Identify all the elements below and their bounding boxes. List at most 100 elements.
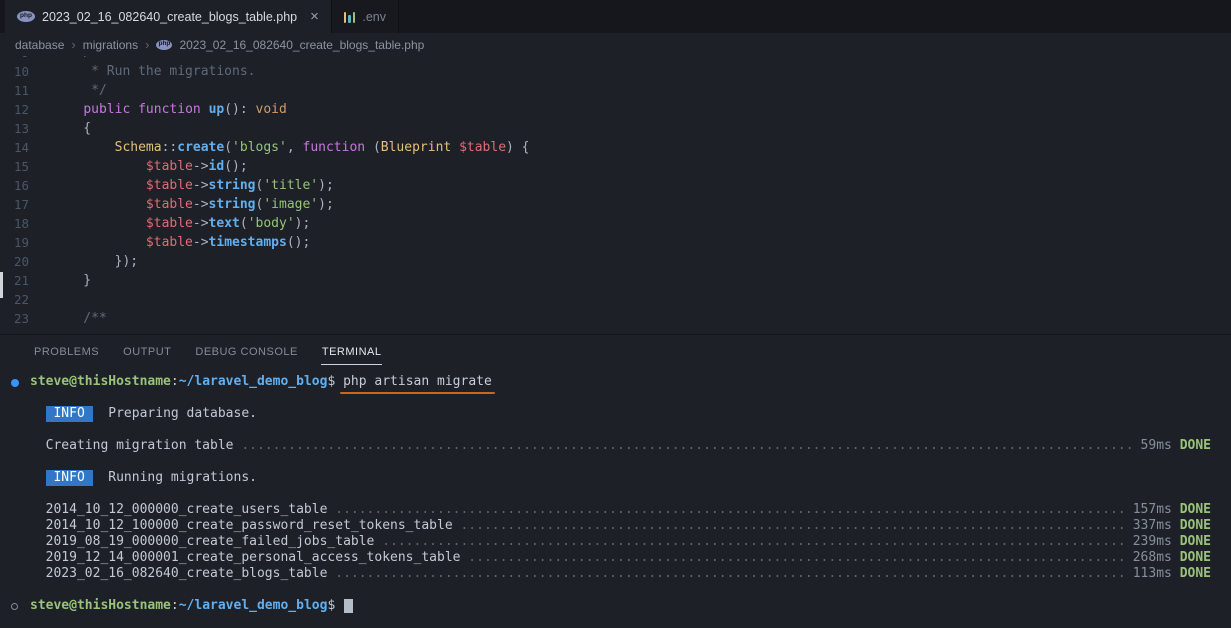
tab-migration-file[interactable]: php 2023_02_16_082640_create_blogs_table…	[5, 0, 332, 33]
terminal-line: Creating migration table ...............…	[30, 438, 1211, 454]
code-lines: 9 /**10 * Run the migrations.11 */12 pub…	[0, 56, 1231, 328]
terminal-text: 268ms	[1125, 550, 1172, 566]
code-line[interactable]: 22	[0, 290, 1231, 309]
terminal-text: ~/laravel_demo_blog	[179, 374, 328, 390]
code-text: $table->string('title');	[52, 176, 334, 195]
leader-dots: ........................................…	[382, 534, 1125, 550]
breadcrumb-item-database[interactable]: database	[15, 38, 64, 52]
code-line[interactable]: 20 });	[0, 252, 1231, 271]
terminal-line: 2023_02_16_082640_create_blogs_table ...…	[30, 566, 1211, 582]
leader-dots: ........................................…	[335, 502, 1125, 518]
line-number[interactable]: 17	[0, 195, 52, 214]
terminal-text: DONE	[1180, 518, 1211, 534]
panel-tabs: PROBLEMS OUTPUT DEBUG CONSOLE TERMINAL	[0, 335, 1231, 367]
code-line[interactable]: 11 */	[0, 81, 1231, 100]
terminal-text: DONE	[1180, 566, 1211, 582]
terminal-text: 337ms	[1125, 518, 1172, 534]
terminal-line	[30, 454, 1211, 470]
line-number[interactable]: 18	[0, 214, 52, 233]
line-number[interactable]: 20	[0, 252, 52, 271]
command-decoration-outline-icon[interactable]	[11, 603, 18, 610]
terminal-text	[1172, 534, 1180, 550]
line-number[interactable]: 10	[0, 62, 52, 81]
code-line[interactable]: 10 * Run the migrations.	[0, 62, 1231, 81]
terminal-line: 2014_10_12_000000_create_users_table ...…	[30, 502, 1211, 518]
terminal-text: 2014_10_12_000000_create_users_table	[30, 502, 335, 518]
command-decoration-filled-icon[interactable]	[11, 379, 19, 387]
terminal-line: steve@thisHostname:~/laravel_demo_blog$ …	[30, 374, 1211, 390]
terminal-line: 2019_12_14_000001_create_personal_access…	[30, 550, 1211, 566]
info-badge: INFO	[46, 406, 93, 422]
env-icon	[344, 11, 356, 23]
terminal-cursor	[344, 599, 353, 613]
terminal-text: Running migrations.	[93, 470, 257, 486]
code-line[interactable]: 18 $table->text('body');	[0, 214, 1231, 233]
panel-tab-debug-console[interactable]: DEBUG CONSOLE	[194, 338, 298, 365]
code-line[interactable]: 12 public function up(): void	[0, 100, 1231, 119]
terminal-line: INFO Running migrations.	[30, 470, 1211, 486]
line-number[interactable]: 12	[0, 100, 52, 119]
line-number[interactable]: 22	[0, 290, 52, 309]
close-icon[interactable]: ×	[310, 9, 319, 24]
leader-dots: ........................................…	[241, 438, 1132, 454]
left-edge-indicator	[0, 272, 3, 298]
terminal-text	[1172, 566, 1180, 582]
line-number[interactable]: 21	[0, 271, 52, 290]
code-line[interactable]: 17 $table->string('image');	[0, 195, 1231, 214]
terminal-text: 2023_02_16_082640_create_blogs_table	[30, 566, 335, 582]
terminal-text	[1172, 502, 1180, 518]
code-line[interactable]: 21 }	[0, 271, 1231, 290]
code-text: * Run the migrations.	[52, 62, 256, 81]
terminal-text: 2019_08_19_000000_create_failed_jobs_tab…	[30, 534, 382, 550]
panel-tab-output[interactable]: OUTPUT	[122, 338, 172, 365]
chevron-right-icon: ›	[71, 37, 75, 52]
terminal-text: php artisan migrate	[343, 374, 492, 390]
code-line[interactable]: 23 /**	[0, 309, 1231, 328]
line-number[interactable]: 13	[0, 119, 52, 138]
line-number[interactable]: 15	[0, 157, 52, 176]
code-line[interactable]: 16 $table->string('title');	[0, 176, 1231, 195]
code-editor[interactable]: 9 /**10 * Run the migrations.11 */12 pub…	[0, 56, 1231, 334]
chevron-right-icon: ›	[145, 37, 149, 52]
tab-env-file[interactable]: .env	[332, 0, 399, 33]
breadcrumb-item-migrations[interactable]: migrations	[83, 38, 138, 52]
php-icon: php	[17, 11, 35, 22]
terminal-text: 59ms	[1133, 438, 1172, 454]
leader-dots: ........................................…	[335, 566, 1125, 582]
code-line[interactable]: 14 Schema::create('blogs', function (Blu…	[0, 138, 1231, 157]
terminal-text: ~/laravel_demo_blog	[179, 598, 328, 614]
line-number[interactable]: 23	[0, 309, 52, 328]
php-icon-label: php	[158, 41, 170, 48]
code-line[interactable]: 15 $table->id();	[0, 157, 1231, 176]
code-text: */	[52, 81, 107, 100]
terminal-text: DONE	[1180, 550, 1211, 566]
terminal-line	[30, 582, 1211, 598]
terminal-text: DONE	[1180, 438, 1211, 454]
terminal-line	[30, 486, 1211, 502]
leader-dots: ........................................…	[468, 550, 1125, 566]
code-text: }	[52, 271, 91, 290]
panel-tab-terminal[interactable]: TERMINAL	[321, 338, 383, 365]
line-number[interactable]: 14	[0, 138, 52, 157]
terminal-text: DONE	[1180, 534, 1211, 550]
panel-tab-problems[interactable]: PROBLEMS	[33, 338, 100, 365]
breadcrumb-item-filename[interactable]: 2023_02_16_082640_create_blogs_table.php	[179, 38, 424, 52]
tab-label: 2023_02_16_082640_create_blogs_table.php	[42, 10, 297, 24]
terminal-text: 2019_12_14_000001_create_personal_access…	[30, 550, 468, 566]
terminal[interactable]: steve@thisHostname:~/laravel_demo_blog$ …	[0, 367, 1231, 628]
terminal-text	[30, 470, 46, 486]
code-text: $table->timestamps();	[52, 233, 310, 252]
line-number[interactable]: 19	[0, 233, 52, 252]
code-text: /**	[52, 309, 107, 328]
terminal-text	[30, 406, 46, 422]
line-number[interactable]: 16	[0, 176, 52, 195]
terminal-text: 2014_10_12_100000_create_password_reset_…	[30, 518, 460, 534]
terminal-text: DONE	[1180, 502, 1211, 518]
bottom-panel: PROBLEMS OUTPUT DEBUG CONSOLE TERMINAL stev…	[0, 334, 1231, 628]
terminal-text: 239ms	[1125, 534, 1172, 550]
php-icon: php	[156, 40, 172, 50]
code-line[interactable]: 13 {	[0, 119, 1231, 138]
code-line[interactable]: 19 $table->timestamps();	[0, 233, 1231, 252]
line-number[interactable]: 11	[0, 81, 52, 100]
leader-dots: ........................................…	[460, 518, 1124, 534]
